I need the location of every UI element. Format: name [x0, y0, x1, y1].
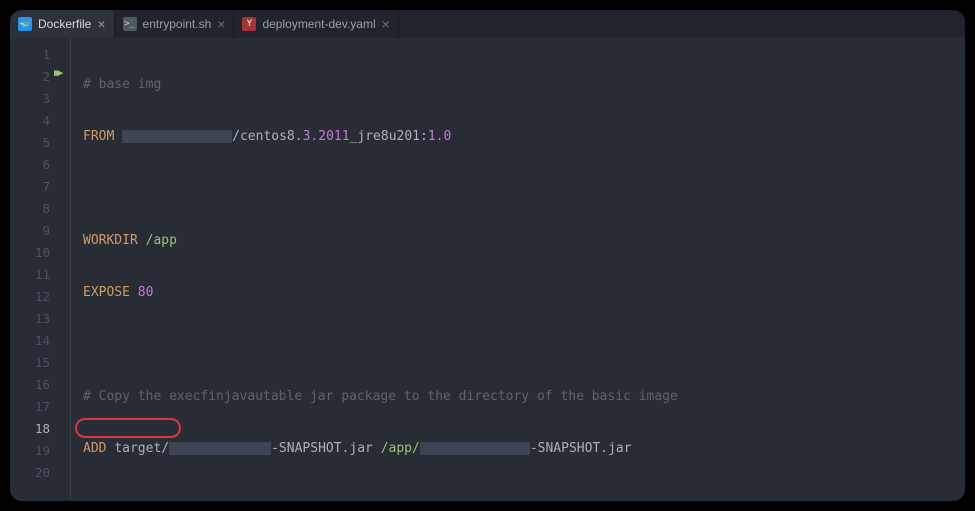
code-text: -SNAPSHOT.jar: [271, 441, 373, 456]
line-number: 19: [10, 440, 64, 462]
line-number: 6: [10, 154, 64, 176]
code-text: .: [295, 129, 303, 144]
shell-icon: >_: [123, 17, 137, 31]
line-number: 9: [10, 220, 64, 242]
code-text: 1.0: [428, 129, 451, 144]
yaml-icon: Y: [242, 17, 256, 31]
kw-add: ADD: [83, 441, 106, 456]
line-number: 10: [10, 242, 64, 264]
line-number: 1: [10, 44, 64, 66]
tab-dockerfile[interactable]: 🐳 Dockerfile ×: [10, 10, 115, 38]
line-number: 7: [10, 176, 64, 198]
line-number: 11: [10, 264, 64, 286]
redacted-text: [420, 442, 530, 455]
line-number: 15: [10, 352, 64, 374]
line-number: 2: [10, 66, 64, 88]
line-number: 12: [10, 286, 64, 308]
kw-expose: EXPOSE: [83, 285, 130, 300]
code-comment: # base img: [83, 77, 161, 92]
code-text: /app/: [381, 441, 420, 456]
editor-window: 🐳 Dockerfile × >_ entrypoint.sh × Y depl…: [10, 10, 965, 501]
code-area[interactable]: # base img FROM /centos8.3.2011_jre8u201…: [70, 38, 965, 501]
line-number: 16: [10, 374, 64, 396]
code-text: /app: [146, 233, 177, 248]
docker-icon: 🐳: [18, 17, 32, 31]
line-number: 8: [10, 198, 64, 220]
close-icon[interactable]: ×: [97, 17, 105, 31]
close-icon[interactable]: ×: [217, 17, 225, 31]
line-number: 17: [10, 396, 64, 418]
code-text: 3.2011: [303, 129, 350, 144]
redacted-text: [169, 442, 271, 455]
close-icon[interactable]: ×: [382, 17, 390, 31]
kw-workdir: WORKDIR: [83, 233, 138, 248]
redacted-text: [122, 130, 232, 143]
code-text: target/: [114, 441, 169, 456]
code-text: _jre8u201:: [350, 129, 428, 144]
code-text: /centos8: [232, 129, 295, 144]
tab-bar: 🐳 Dockerfile × >_ entrypoint.sh × Y depl…: [10, 10, 965, 38]
annotation-highlight: [75, 418, 181, 438]
line-number: 3: [10, 88, 64, 110]
tab-label: Dockerfile: [38, 17, 91, 31]
tab-label: deployment-dev.yaml: [262, 17, 375, 31]
line-number: 14: [10, 330, 64, 352]
line-number: 20: [10, 462, 64, 484]
kw-from: FROM: [83, 129, 114, 144]
line-number-gutter: ▶▶ 1 2 3 4 5 6 7 8 9 10 11 12 13 14 15 1…: [10, 38, 70, 501]
tab-deployment[interactable]: Y deployment-dev.yaml ×: [234, 10, 398, 38]
code-text: 80: [138, 285, 154, 300]
code-text: -SNAPSHOT.jar: [530, 441, 632, 456]
line-number: 18: [10, 418, 64, 440]
editor-body: ▶▶ 1 2 3 4 5 6 7 8 9 10 11 12 13 14 15 1…: [10, 38, 965, 501]
code-comment: # Copy the execfinjavautable jar package…: [83, 389, 678, 404]
line-number: 4: [10, 110, 64, 132]
tab-entrypoint[interactable]: >_ entrypoint.sh ×: [115, 10, 235, 38]
line-number: 13: [10, 308, 64, 330]
line-number: 5: [10, 132, 64, 154]
tab-label: entrypoint.sh: [143, 17, 212, 31]
